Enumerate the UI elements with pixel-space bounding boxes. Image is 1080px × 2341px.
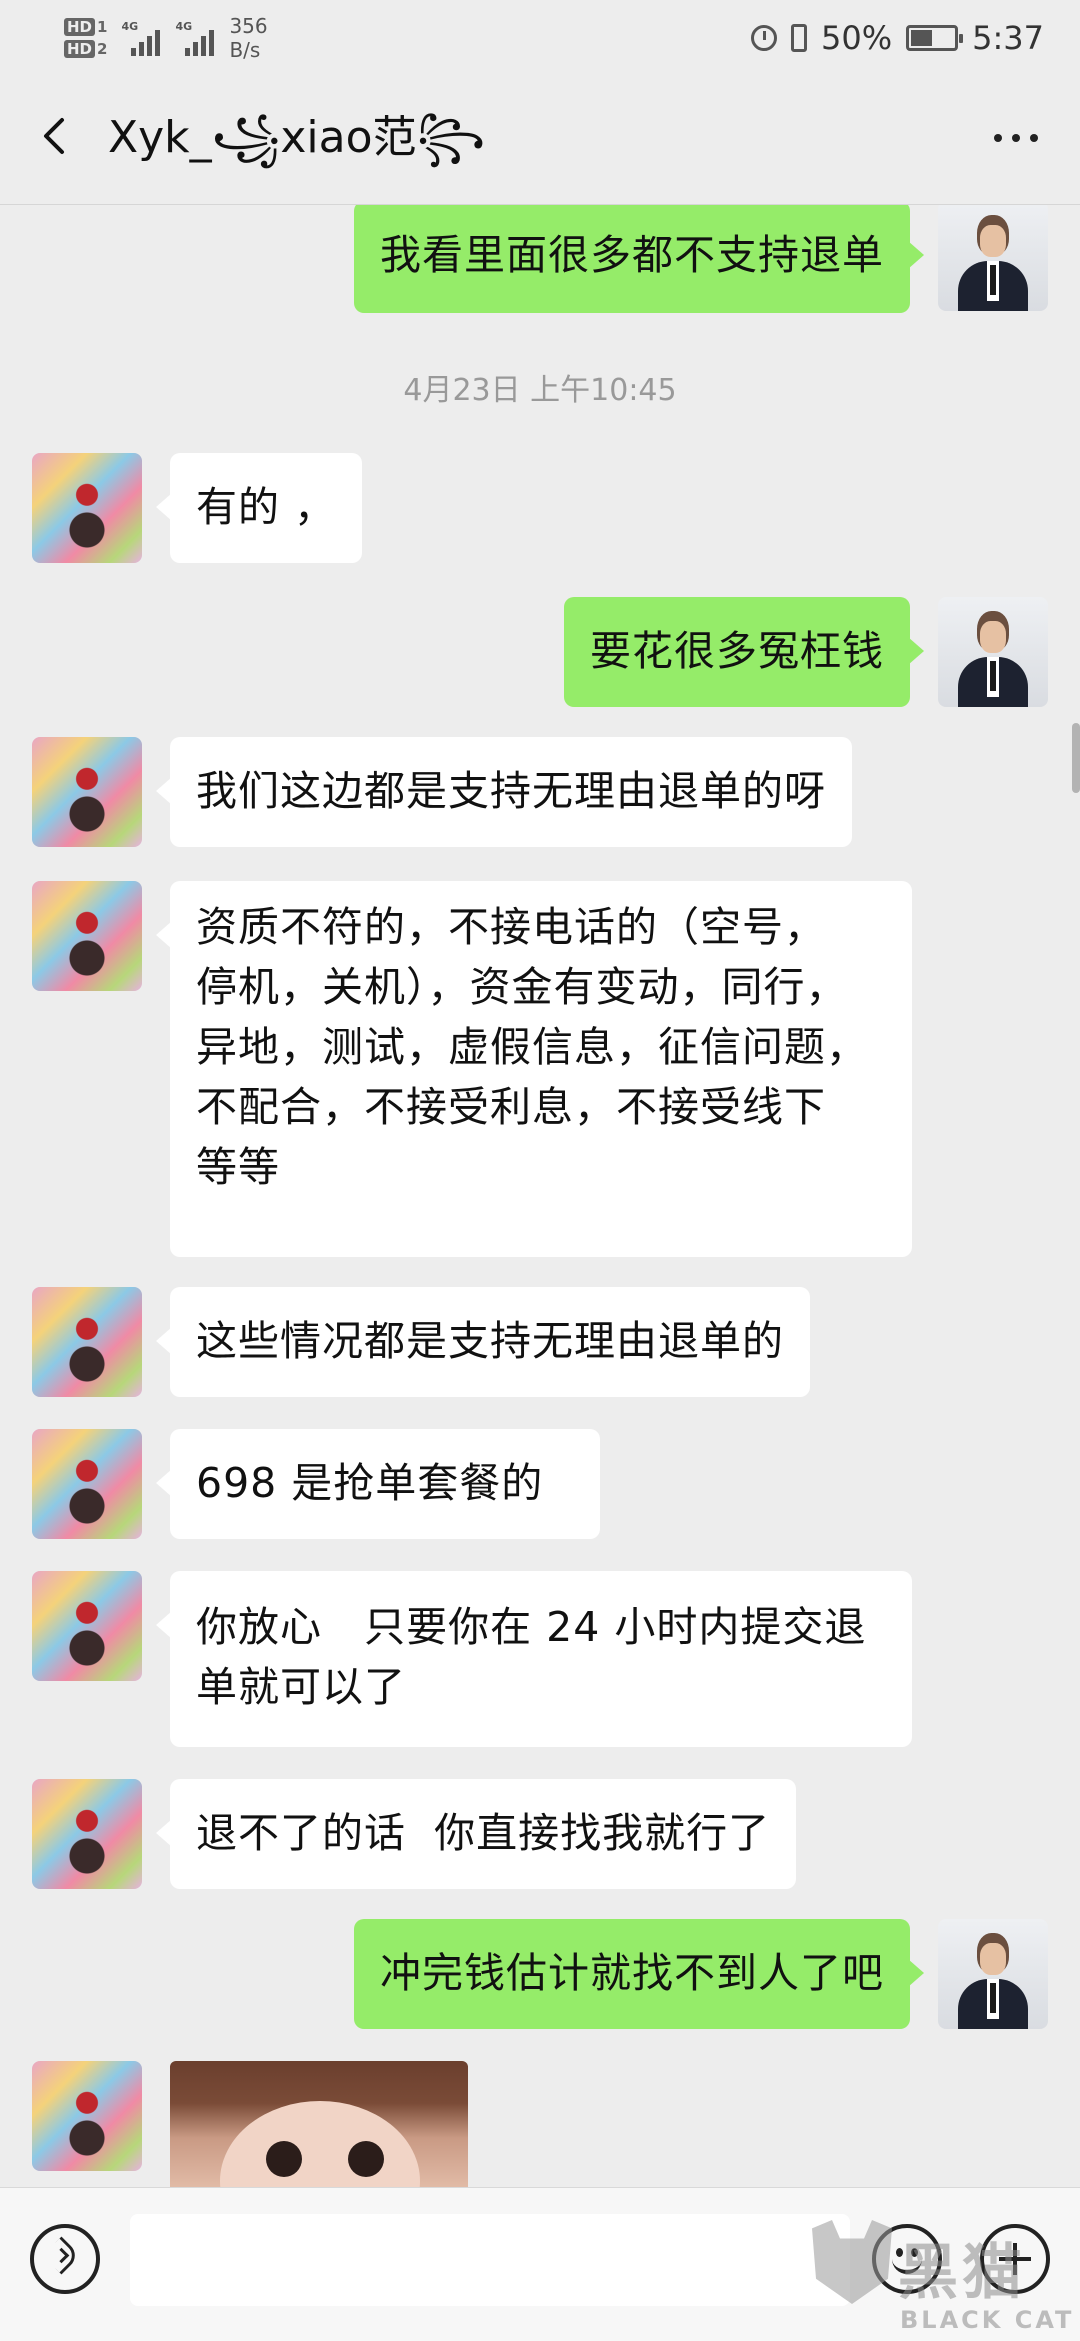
message-row: 这些情况都是支持无理由退单的 [0,1287,1080,1397]
chat-header: Xyk_꧁xiao范꧂ [0,72,1080,205]
battery-percent: 50% [821,19,893,57]
alarm-icon [751,25,778,51]
input-bar [0,2187,1080,2341]
my-avatar[interactable] [938,597,1048,707]
hd2-sub: 2 [97,40,108,58]
hd1-sub: 1 [97,18,108,36]
message-row: 冲完钱估计就找不到人了吧 [0,1919,1080,2029]
message-line: 你放心 只要你在 24 小时内提交退 [196,1603,867,1651]
message-row: 我看里面很多都不支持退单 [0,205,1080,313]
message-bubble-in[interactable]: 698 是抢单套餐的 [156,1429,600,1539]
message-bubble-in[interactable]: 退不了的话 你直接找我就行了 [155,1779,797,1889]
message-bubble-out[interactable]: 要花很多冤枉钱 [564,597,924,707]
contact-avatar[interactable] [32,2061,142,2171]
network-speed-unit: B/s [229,38,261,62]
status-bar-left: HD 1 HD 2 4G 4G 356 B/s [64,8,268,68]
contact-avatar[interactable] [32,881,142,991]
emoji-icon[interactable] [872,2224,942,2294]
network-type-1: 4G [121,20,139,33]
hd-indicators: HD 1 HD 2 [64,18,107,58]
message-row: 资质不符的，不接电话的（空号， 停机，关机），资金有变动，同行， 异地，测试，虚… [0,881,1080,1261]
hd1-indicator: HD 1 [64,18,107,36]
message-bubble-out[interactable]: 冲完钱估计就找不到人了吧 [354,1919,924,2029]
message-list[interactable]: 我看里面很多都不支持退单 4月23日 上午10:45 有的 ， 要花很多冤枉钱 … [0,205,1080,2187]
message-row [0,2061,1080,2187]
status-bar: HD 1 HD 2 4G 4G 356 B/s 50% 5:37 [0,0,1080,72]
message-row: 有的 ， [0,453,1080,563]
contact-avatar[interactable] [32,1779,142,1889]
message-bubble-in[interactable]: 我们这边都是支持无理由退单的呀 [156,737,852,847]
contact-avatar[interactable] [32,1287,142,1397]
contact-avatar[interactable] [32,1429,142,1539]
battery-icon [906,25,964,51]
message-line: 等等 [196,1143,280,1191]
message-line: 异地，测试，虚假信息，征信问题， [196,1023,868,1071]
hd2-label: HD [64,40,96,58]
image-message[interactable] [170,2061,468,2187]
vibrate-icon [791,24,808,52]
message-line: 单就可以了 [196,1663,406,1711]
battery-level-fill [911,30,933,46]
clock: 5:37 [972,19,1044,57]
network-speed: 356 B/s [229,14,267,62]
more-dots-icon[interactable] [994,134,1038,142]
voice-icon[interactable] [30,2224,100,2294]
message-timestamp: 4月23日 上午10:45 [403,373,677,408]
message-bubble-in[interactable]: 资质不符的，不接电话的（空号， 停机，关机），资金有变动，同行， 异地，测试，虚… [156,881,912,1257]
message-line: 停机，关机），资金有变动，同行， [196,963,848,1011]
network-speed-value: 356 [229,14,268,38]
message-row: 要花很多冤枉钱 [0,597,1080,707]
contact-avatar[interactable] [32,737,142,847]
hd2-indicator: HD 2 [64,40,107,58]
message-row: 我们这边都是支持无理由退单的呀 [0,737,1080,847]
network-type-2: 4G [175,20,193,33]
message-input[interactable] [130,2214,850,2306]
message-bubble-in[interactable]: 有的 ， [155,453,363,563]
message-line: 不配合，不接受利息，不接受线下 [196,1083,826,1131]
chat-title: Xyk_꧁xiao范꧂ [108,112,486,163]
signal-2-icon: 4G [175,20,215,56]
status-bar-right: 50% 5:37 [751,10,1044,66]
message-bubble-in[interactable]: 你放心 只要你在 24 小时内提交退 单就可以了 [156,1571,912,1747]
signal-1-icon: 4G [121,20,161,56]
contact-avatar[interactable] [32,1571,142,1681]
message-bubble-in[interactable]: 这些情况都是支持无理由退单的 [156,1287,810,1397]
chevron-left-icon[interactable] [36,116,76,156]
message-bubble-out[interactable]: 我看里面很多都不支持退单 [354,205,924,313]
message-line: 资质不符的，不接电话的（空号， [196,903,826,951]
plus-icon[interactable] [980,2224,1050,2294]
message-row: 你放心 只要你在 24 小时内提交退 单就可以了 [0,1571,1080,1747]
message-row: 698 是抢单套餐的 [0,1429,1080,1539]
contact-avatar[interactable] [32,453,142,563]
message-row: 退不了的话 你直接找我就行了 [0,1779,1080,1889]
my-avatar[interactable] [938,205,1048,311]
scrollbar[interactable] [1072,723,1080,793]
my-avatar[interactable] [938,1919,1048,2029]
hd1-label: HD [64,18,96,36]
